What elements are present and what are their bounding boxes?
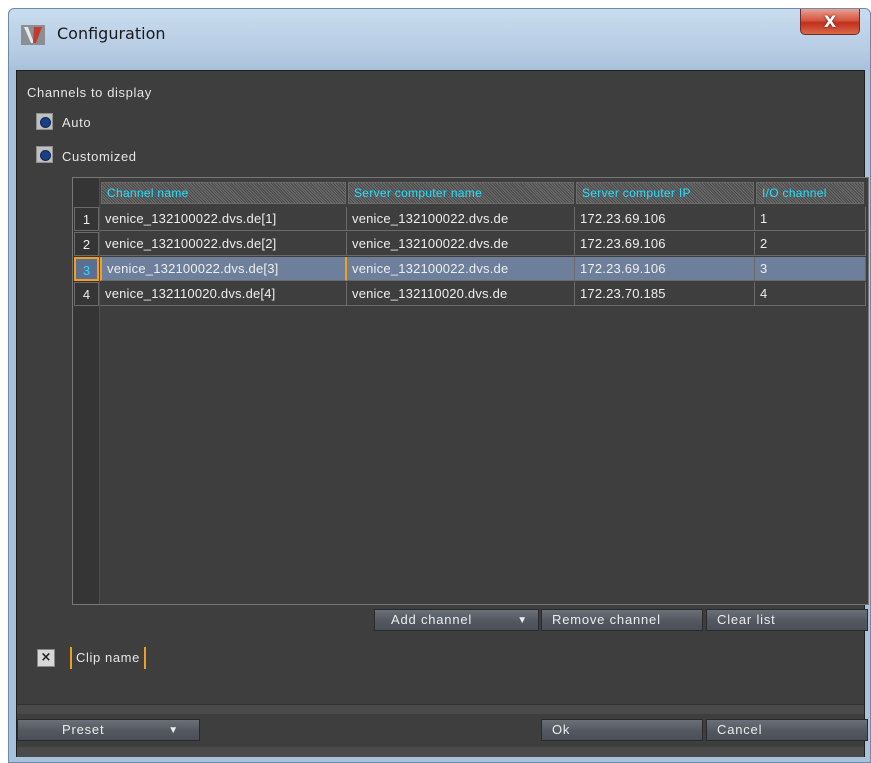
- header-channel-name[interactable]: Channel name: [101, 182, 346, 204]
- cell-io-channel[interactable]: 4: [755, 282, 866, 306]
- chevron-down-icon: ▼: [168, 725, 179, 736]
- channels-section-label: Channels to display: [27, 85, 152, 100]
- app-logo-icon: [21, 25, 45, 45]
- cell-server-ip[interactable]: 172.23.70.185: [575, 282, 755, 306]
- auto-radio[interactable]: [36, 113, 53, 130]
- cell-channel-name[interactable]: venice_132100022.dvs.de[2]: [100, 232, 347, 256]
- cell-server-name[interactable]: venice_132110020.dvs.de: [347, 282, 575, 306]
- close-icon: X: [823, 12, 837, 31]
- cell-server-ip[interactable]: 172.23.69.106: [575, 232, 755, 256]
- clear-list-button[interactable]: Clear list: [706, 609, 868, 631]
- table-area: Channel name Server computer name Server…: [100, 178, 868, 604]
- preset-button[interactable]: Preset ▼: [17, 719, 200, 741]
- customized-radio[interactable]: [36, 146, 53, 163]
- row-number-2[interactable]: 2: [74, 232, 99, 256]
- row-number-4[interactable]: 4: [74, 282, 99, 306]
- close-button[interactable]: X: [800, 9, 860, 35]
- cell-server-ip[interactable]: 172.23.69.106: [575, 207, 755, 231]
- separator: [17, 704, 864, 714]
- row-number-1[interactable]: 1: [74, 207, 99, 231]
- cancel-label: Cancel: [717, 722, 763, 737]
- ok-button[interactable]: Ok: [541, 719, 703, 741]
- ok-label: Ok: [552, 722, 571, 737]
- cell-channel-name[interactable]: venice_132100022.dvs.de[1]: [100, 207, 347, 231]
- cell-server-name[interactable]: venice_132100022.dvs.de: [347, 207, 575, 231]
- remove-channel-label: Remove channel: [552, 612, 661, 627]
- configuration-window: Configuration X Channels to display Auto…: [8, 8, 871, 763]
- clip-name-checkbox[interactable]: ×: [37, 649, 55, 667]
- cell-channel-name[interactable]: venice_132100022.dvs.de[3]: [100, 257, 347, 281]
- cell-server-name[interactable]: venice_132100022.dvs.de: [347, 232, 575, 256]
- cell-server-ip[interactable]: 172.23.69.106: [575, 257, 755, 281]
- add-channel-label: Add channel: [391, 612, 473, 627]
- remove-channel-button[interactable]: Remove channel: [541, 609, 703, 631]
- header-server-ip[interactable]: Server computer IP: [576, 182, 754, 204]
- customized-radio-label: Customized: [62, 149, 137, 164]
- header-io-channel[interactable]: I/O channel: [756, 182, 864, 204]
- preset-label: Preset: [62, 722, 105, 737]
- chevron-down-icon: ▼: [517, 615, 528, 626]
- cell-io-channel[interactable]: 2: [755, 232, 866, 256]
- cell-io-channel[interactable]: 3: [755, 257, 866, 281]
- channel-table[interactable]: 1 2 3 4 Channel name Server computer nam…: [72, 177, 869, 605]
- title-bar[interactable]: Configuration X: [9, 9, 870, 61]
- add-channel-button[interactable]: Add channel ▼: [374, 609, 539, 631]
- cell-channel-name[interactable]: venice_132110020.dvs.de[4]: [100, 282, 347, 306]
- clip-name-label[interactable]: Clip name: [70, 647, 146, 669]
- auto-radio-label: Auto: [62, 115, 92, 130]
- clear-list-label: Clear list: [717, 612, 776, 627]
- dialog-body: Channels to display Auto Customized 1 2 …: [16, 70, 869, 757]
- cell-io-channel[interactable]: 1: [755, 207, 866, 231]
- cancel-button[interactable]: Cancel: [706, 719, 868, 741]
- status-strip: [17, 747, 864, 757]
- cell-server-name[interactable]: venice_132100022.dvs.de: [347, 257, 575, 281]
- header-server-name[interactable]: Server computer name: [348, 182, 574, 204]
- row-number-3[interactable]: 3: [74, 257, 99, 281]
- window-title: Configuration: [57, 24, 166, 43]
